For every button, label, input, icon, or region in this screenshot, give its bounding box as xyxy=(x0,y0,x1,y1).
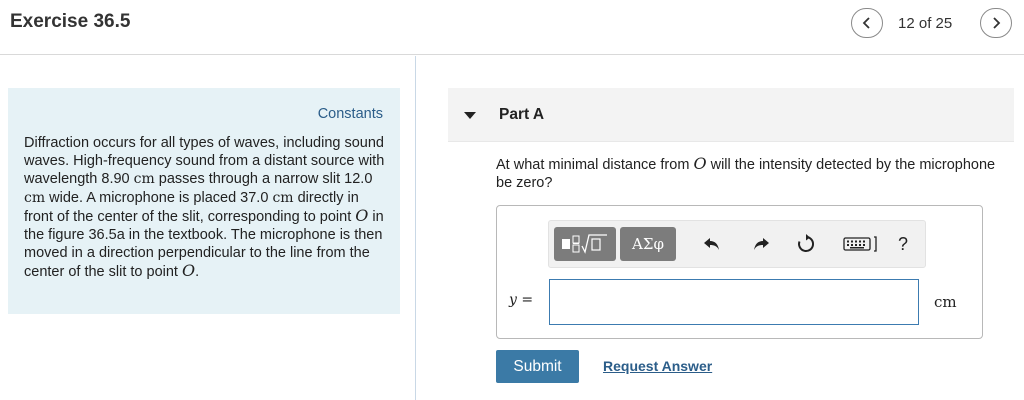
question-part: At what minimal distance from xyxy=(496,157,694,173)
reset-icon[interactable] xyxy=(795,233,817,255)
point-o: O xyxy=(355,205,369,225)
point-o: O xyxy=(181,261,196,281)
answer-input[interactable] xyxy=(549,279,919,325)
part-a-header[interactable]: Part A xyxy=(448,88,1014,142)
column-divider xyxy=(415,56,416,400)
unit-label: cm xyxy=(934,293,957,311)
submit-button[interactable]: Submit xyxy=(496,350,579,383)
equals-sign: = xyxy=(516,292,534,308)
unit-cm: cm xyxy=(133,171,155,188)
unit-cm: cm xyxy=(24,189,46,206)
previous-button[interactable] xyxy=(851,8,883,38)
caret-down-icon[interactable] xyxy=(464,112,476,119)
header-bar: Exercise 36.5 12 of 25 xyxy=(0,0,1024,55)
problem-text: Diffraction occurs for all types of wave… xyxy=(24,134,389,282)
chevron-left-icon xyxy=(862,17,870,29)
next-button[interactable] xyxy=(980,8,1012,38)
constants-panel: Constants Diffraction occurs for all typ… xyxy=(8,88,400,314)
exercise-title: Exercise 36.5 xyxy=(10,11,131,32)
point-o: O xyxy=(693,154,707,173)
unit-cm: cm xyxy=(272,189,294,206)
math-toolbar: ΑΣφ ? xyxy=(548,220,926,268)
problem-text-part: passes through a narrow slit 12.0 xyxy=(154,171,373,188)
keyboard-icon[interactable] xyxy=(843,233,879,255)
chevron-right-icon xyxy=(993,17,1001,29)
variable-name: y xyxy=(509,292,517,308)
redo-icon[interactable] xyxy=(750,233,772,255)
question-text: At what minimal distance from O will the… xyxy=(496,155,996,192)
request-answer-link[interactable]: Request Answer xyxy=(603,358,712,374)
symbols-button[interactable]: ΑΣφ xyxy=(620,227,676,261)
templates-icon xyxy=(562,234,607,254)
constants-link[interactable]: Constants xyxy=(318,106,383,122)
page-count: 12 of 25 xyxy=(898,15,953,32)
problem-text-part: . xyxy=(195,264,200,281)
variable-label: y = xyxy=(509,292,533,308)
problem-text-part: wide. A microphone is placed 37.0 xyxy=(45,189,273,206)
undo-icon[interactable] xyxy=(701,233,723,255)
help-icon[interactable]: ? xyxy=(892,233,914,255)
templates-button[interactable] xyxy=(554,227,616,261)
part-title: Part A xyxy=(499,106,545,123)
answer-box: ΑΣφ ? y = cm xyxy=(496,205,983,339)
